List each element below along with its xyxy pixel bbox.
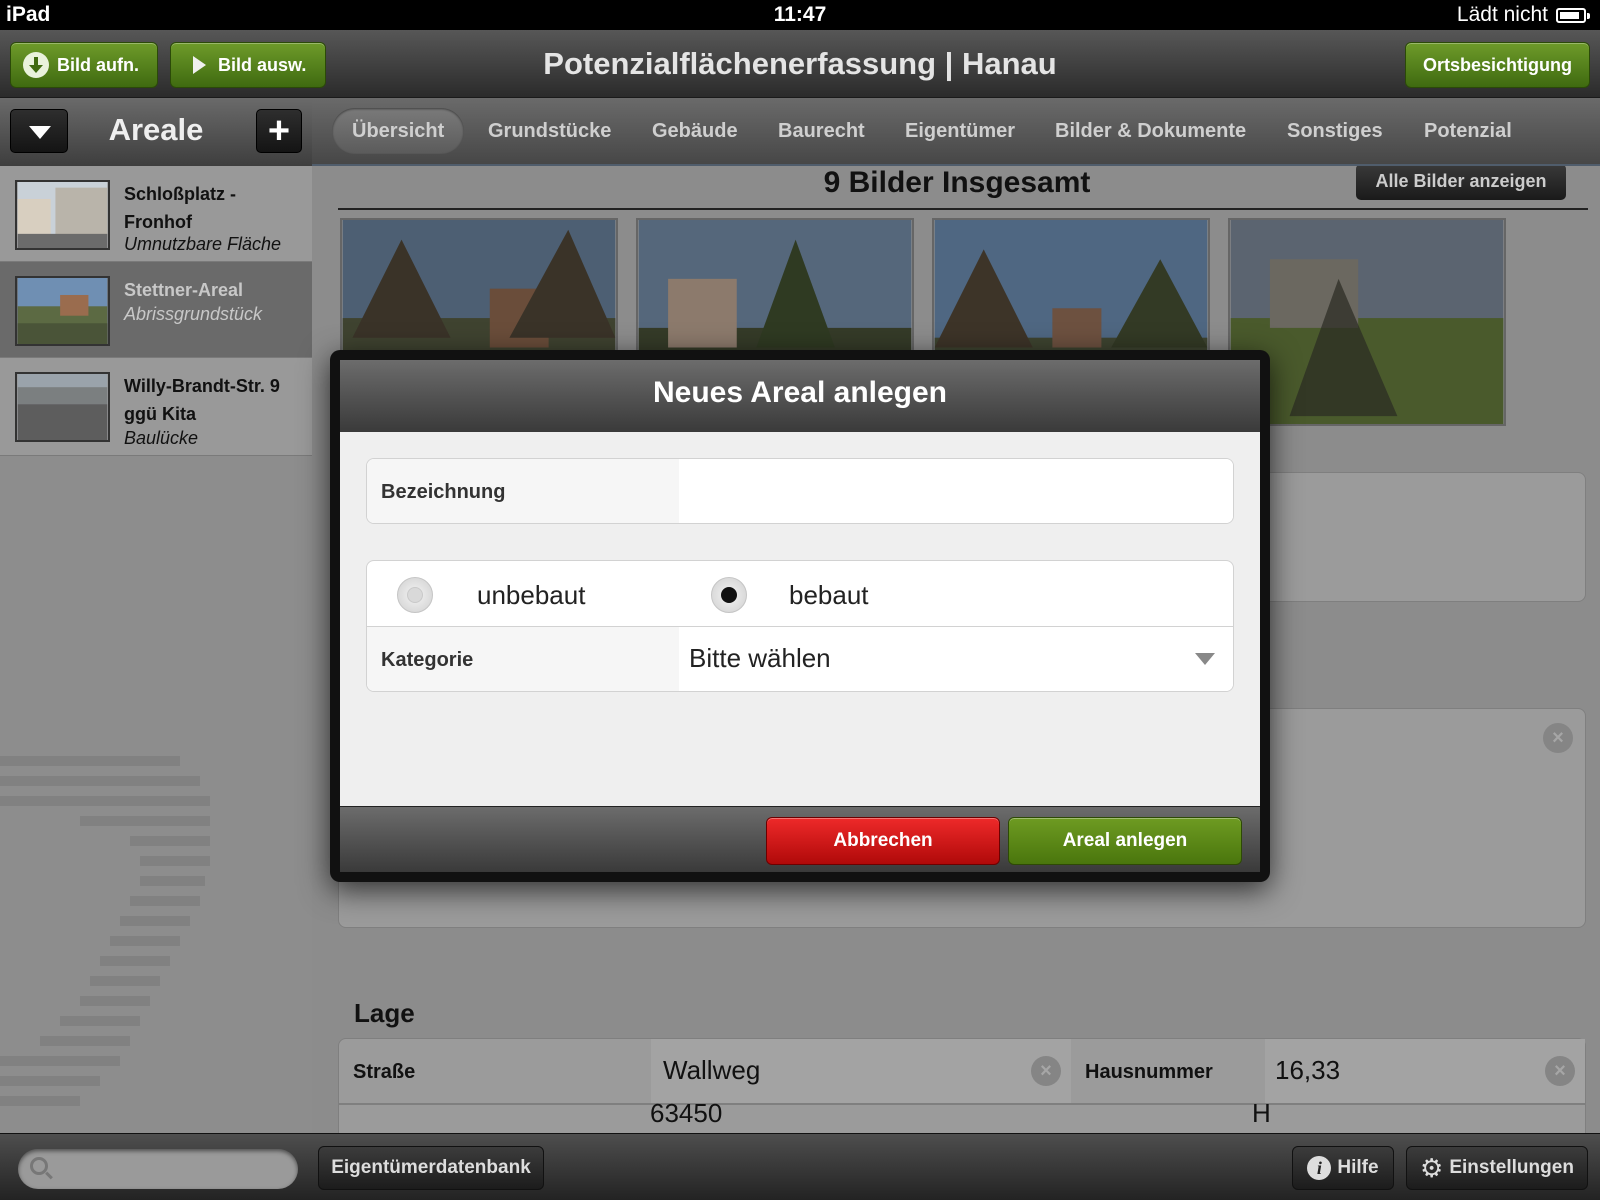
category-value: Bitte wählen — [689, 643, 831, 673]
help-button[interactable]: i Hilfe — [1292, 1146, 1394, 1190]
street-value: Wallweg — [663, 1055, 761, 1085]
show-all-images-button[interactable]: Alle Bilder anzeigen — [1356, 166, 1566, 200]
tab-gebaeude[interactable]: Gebäude — [632, 108, 758, 154]
dialog-footer: Abbrechen Areal anlegen — [340, 806, 1260, 872]
radio-label-bebaut: bebaut — [789, 580, 869, 610]
area-type: Baulücke — [124, 428, 199, 448]
info-icon: i — [1307, 1156, 1332, 1180]
create-area-button[interactable]: Areal anlegen — [1008, 817, 1242, 865]
tab-sonstiges[interactable]: Sonstiges — [1267, 108, 1403, 154]
clock: 11:47 — [773, 3, 827, 26]
street-field[interactable]: Wallweg × — [651, 1039, 1071, 1103]
owner-database-button[interactable]: Eigentümerdatenbank — [318, 1146, 544, 1190]
radio-indicator — [407, 587, 423, 603]
area-item-stettner[interactable]: Stettner-Areal Abrissgrundstück — [0, 262, 312, 358]
clear-icon[interactable]: × — [1543, 723, 1573, 753]
area-name: Willy-Brandt-Str. 9 ggü Kita — [124, 376, 280, 424]
radio-indicator — [721, 587, 737, 603]
tab-bar: Übersicht Grundstücke Gebäude Baurecht E… — [312, 98, 1600, 166]
clear-icon[interactable]: × — [1545, 1056, 1575, 1086]
area-thumbnail — [15, 276, 110, 346]
top-toolbar: Bild aufn. Bild ausw. Potenzialflächener… — [0, 30, 1600, 98]
search-icon — [30, 1157, 48, 1175]
help-label: Hilfe — [1337, 1157, 1379, 1178]
chevron-down-icon[interactable] — [10, 109, 68, 153]
area-item-schlossplatz[interactable]: Schloßplatz - Fronhof Umnutzbare Fläche — [0, 166, 312, 262]
status-bar: iPad 11:47 Lädt nicht — [0, 0, 1600, 30]
search-input[interactable] — [18, 1149, 298, 1189]
area-type: Umnutzbare Fläche — [124, 234, 282, 254]
dialog-body: Bezeichnung unbebaut bebaut Kategorie Bi… — [340, 432, 1260, 806]
tab-baurecht[interactable]: Baurecht — [758, 108, 885, 154]
name-label: Bezeichnung — [381, 481, 506, 503]
tab-bilder-dokumente[interactable]: Bilder & Dokumente — [1035, 108, 1266, 154]
house-number-label: Hausnummer — [1085, 1061, 1213, 1083]
area-item-willy-brandt[interactable]: Willy-Brandt-Str. 9 ggü Kita Baulücke — [0, 358, 312, 456]
chevron-down-icon — [1195, 653, 1215, 665]
clear-icon[interactable]: × — [1031, 1056, 1061, 1086]
radio-bebaut[interactable] — [711, 577, 747, 613]
charging-status: Lädt nicht — [1456, 3, 1548, 26]
tab-potenzial[interactable]: Potenzial — [1404, 108, 1532, 154]
tab-eigentuemer[interactable]: Eigentümer — [885, 108, 1035, 154]
type-form-group: unbebaut bebaut Kategorie Bitte wählen — [366, 560, 1234, 692]
dialog-header: Neues Areal anlegen — [340, 360, 1260, 432]
site-visit-button[interactable]: Ortsbesichtigung — [1405, 42, 1590, 88]
lage-row: Straße Wallweg × Hausnummer 16,33 × — [338, 1038, 1586, 1104]
plus-icon: + — [267, 110, 291, 152]
add-area-button[interactable]: + — [256, 109, 302, 153]
lage-row — [338, 1104, 1586, 1133]
house-number-field[interactable]: 16,33 × — [1265, 1039, 1585, 1103]
label-cell: Kategorie — [367, 627, 679, 691]
settings-button[interactable]: ⚙ Einstellungen — [1406, 1146, 1588, 1190]
app-title: Potenzialflächenerfassung | Hanau — [543, 46, 1057, 81]
building-status-radio-group: unbebaut bebaut — [367, 561, 1233, 627]
logo-watermark — [0, 756, 210, 1106]
gear-icon: ⚙ — [1420, 1153, 1444, 1183]
area-name: Schloßplatz - Fronhof — [124, 184, 236, 232]
divider — [338, 208, 1588, 210]
area-name: Stettner-Areal — [124, 280, 244, 300]
name-input[interactable] — [679, 459, 1233, 523]
section-title-lage: Lage — [354, 998, 415, 1028]
category-label: Kategorie — [381, 649, 474, 671]
name-form-group: Bezeichnung — [366, 458, 1234, 524]
label-cell: Bezeichnung — [367, 459, 679, 523]
battery-icon — [1556, 8, 1590, 23]
new-area-dialog: Neues Areal anlegen Bezeichnung unbebaut… — [330, 350, 1270, 882]
street-label: Straße — [353, 1061, 416, 1083]
sidebar-header: Areale + — [0, 98, 312, 166]
area-thumbnail — [15, 372, 110, 442]
bottom-bar: Eigentümerdatenbank i Hilfe ⚙ Einstellun… — [0, 1133, 1600, 1200]
area-thumbnail — [15, 180, 110, 250]
dialog-title: Neues Areal anlegen — [652, 376, 947, 409]
sidebar-title: Areale — [108, 112, 204, 147]
settings-label: Einstellungen — [1449, 1157, 1574, 1178]
house-number-value: 16,33 — [1275, 1055, 1341, 1085]
city-value: H — [1252, 1098, 1271, 1128]
area-list: Schloßplatz - Fronhof Umnutzbare Fläche … — [0, 166, 312, 1133]
category-select[interactable]: Bitte wählen — [679, 627, 1233, 691]
postal-code-value: 63450 — [650, 1098, 723, 1128]
area-type: Abrissgrundstück — [124, 304, 263, 324]
tab-uebersicht[interactable]: Übersicht — [332, 108, 465, 154]
tab-grundstuecke[interactable]: Grundstücke — [468, 108, 631, 154]
radio-label-unbebaut: unbebaut — [477, 580, 586, 610]
radio-unbebaut[interactable] — [397, 577, 433, 613]
cancel-button[interactable]: Abbrechen — [766, 817, 1000, 865]
